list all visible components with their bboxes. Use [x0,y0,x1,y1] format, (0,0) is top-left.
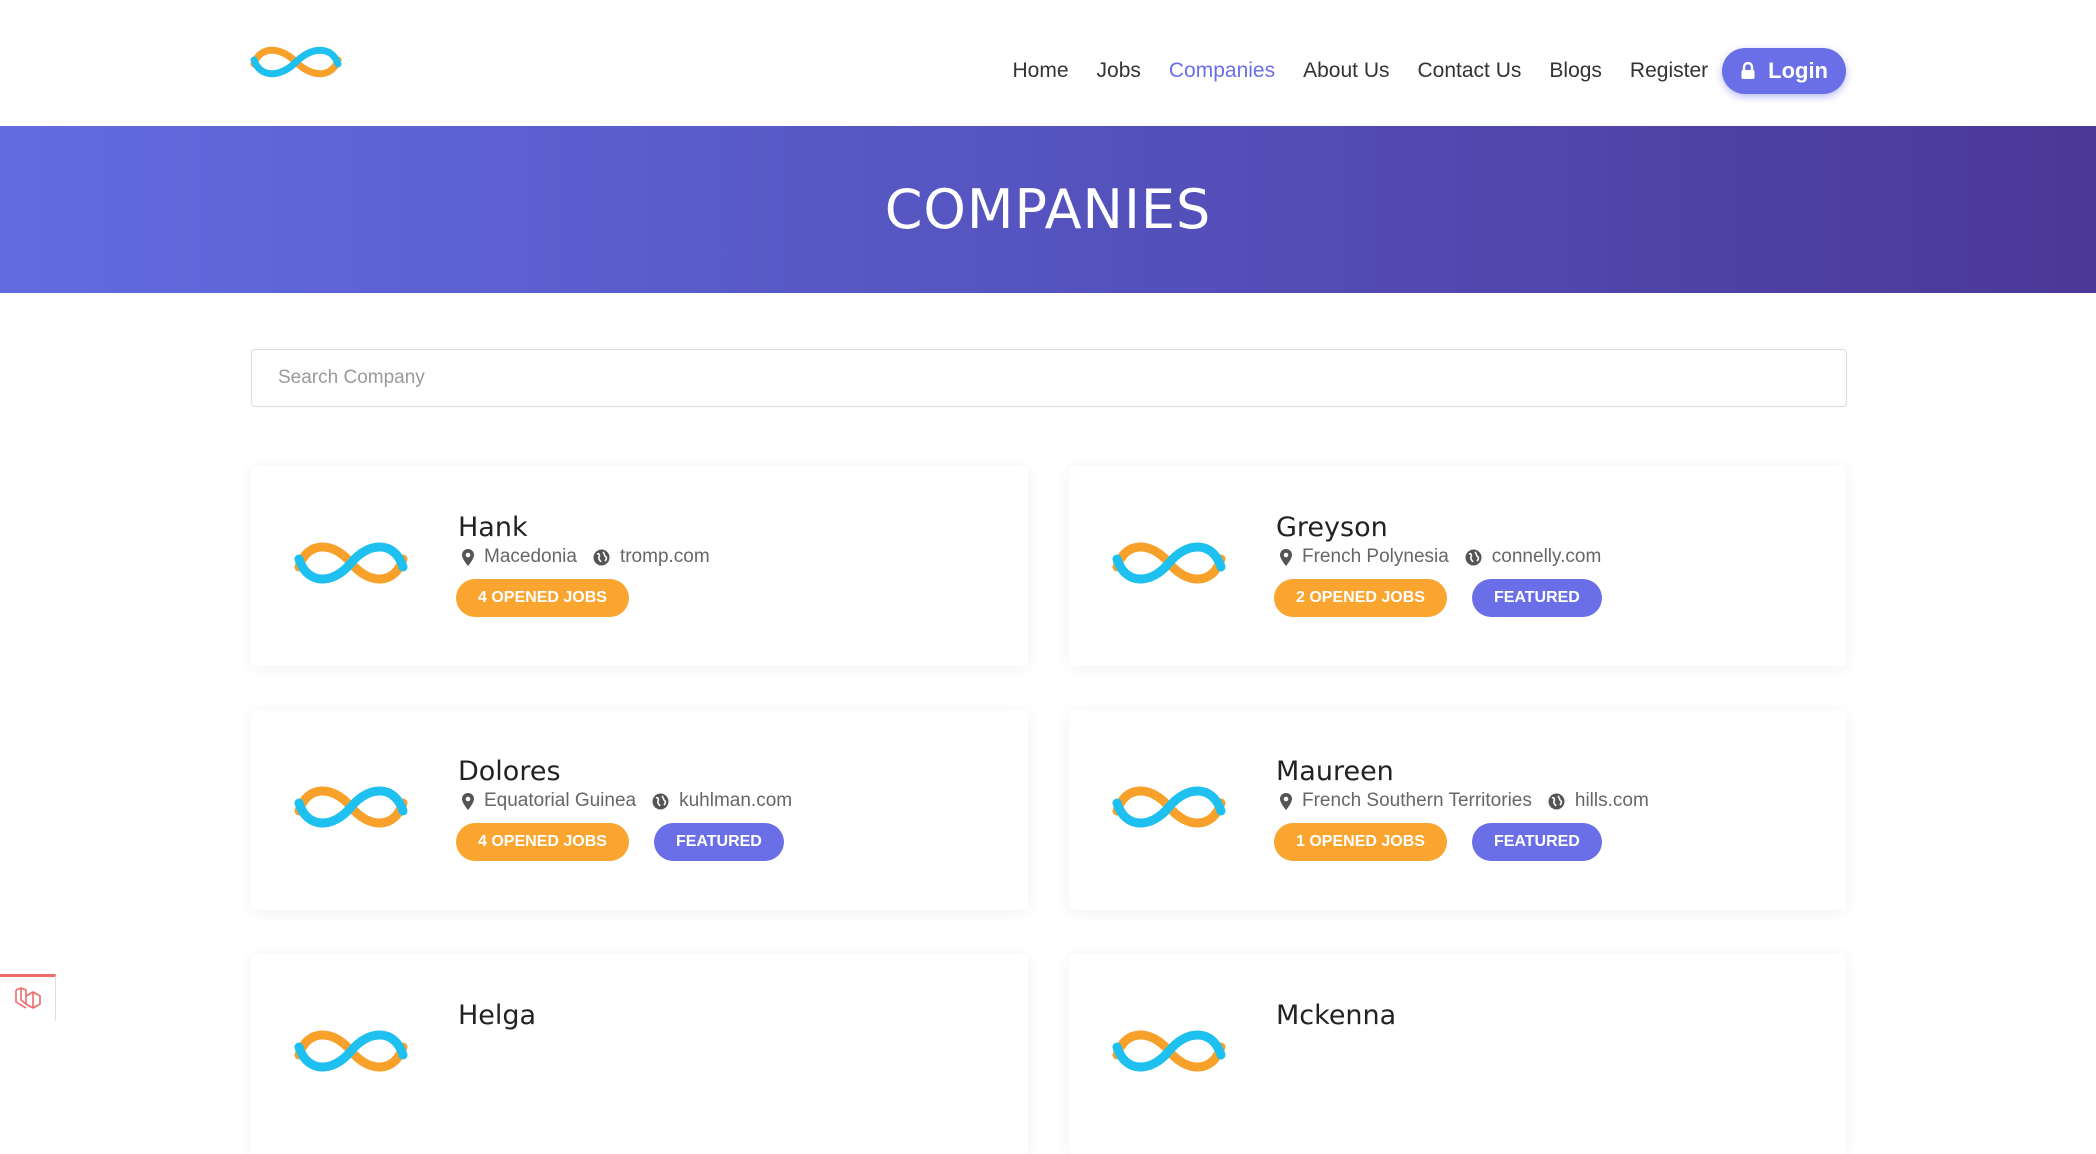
company-meta: Equatorial Guinea kuhlman.com [458,790,792,812]
company-name[interactable]: Greyson [1276,512,1388,543]
company-website[interactable]: connelly.com [1492,546,1601,568]
nav-blogs[interactable]: Blogs [1549,59,1602,83]
company-website[interactable]: tromp.com [620,546,710,568]
globe-icon [593,549,610,566]
nav-jobs[interactable]: Jobs [1097,59,1141,83]
nav-register[interactable]: Register [1630,59,1708,83]
featured-badge: FEATURED [1471,579,1602,617]
company-location: Macedonia [484,546,577,567]
company-meta: Macedonia tromp.com [458,546,710,568]
page-banner: COMPANIES [0,126,2096,293]
nav-contact-us[interactable]: Contact Us [1418,59,1522,83]
company-location: French Southern Territories [1302,790,1532,811]
company-logo [293,775,409,839]
map-marker-icon [462,548,474,566]
company-website[interactable]: kuhlman.com [679,790,792,812]
company-badges: 4 OPENED JOBS [456,579,654,617]
company-meta: French Southern Territories hills.com [1276,790,1649,812]
company-logo [1111,531,1227,595]
map-marker-icon [1280,792,1292,810]
site-logo[interactable] [250,38,342,86]
company-website[interactable]: hills.com [1575,790,1649,812]
main-nav: Home Jobs Companies About Us Contact Us … [985,48,1846,94]
page-title: COMPANIES [884,178,1212,241]
company-logo [1111,1019,1227,1083]
opened-jobs-badge[interactable]: 1 OPENED JOBS [1274,823,1447,861]
company-meta: French Polynesia connelly.com [1276,546,1601,568]
company-name[interactable]: Hank [458,512,528,543]
featured-badge: FEATURED [1471,823,1602,861]
login-button[interactable]: Login [1722,48,1846,94]
login-label: Login [1768,58,1828,83]
map-marker-icon [462,792,474,810]
company-badges: 4 OPENED JOBS FEATURED [456,823,809,861]
company-badges: 2 OPENED JOBS FEATURED [1274,579,1627,617]
company-logo [293,531,409,595]
company-logo [293,1019,409,1083]
opened-jobs-badge[interactable]: 4 OPENED JOBS [456,579,629,617]
map-marker-icon [1280,548,1292,566]
company-badges: 1 OPENED JOBS FEATURED [1274,823,1627,861]
globe-icon [1548,793,1565,810]
company-name[interactable]: Mckenna [1276,1000,1396,1031]
company-card[interactable]: Mckenna [1069,954,1846,1154]
nav-about-us[interactable]: About Us [1303,59,1389,83]
search-company-input[interactable] [251,349,1847,407]
company-card[interactable]: Greyson French Polynesia connelly.com 2 OPE… [1069,466,1846,666]
laravel-debugbar-icon[interactable] [0,974,56,1021]
company-location: Equatorial Guinea [484,790,637,811]
lock-icon [1740,62,1756,80]
site-header: Home Jobs Companies About Us Contact Us … [0,0,2096,126]
company-name[interactable]: Dolores [458,756,561,787]
company-card[interactable]: Helga [251,954,1028,1154]
company-card[interactable]: Hank Macedonia tromp.com 4 OPENED JOBS [251,466,1028,666]
globe-icon [1465,549,1482,566]
company-name[interactable]: Maureen [1276,756,1394,787]
company-card[interactable]: Dolores Equatorial Guinea kuhlman.com 4 OPE… [251,710,1028,910]
nav-home[interactable]: Home [1013,59,1069,83]
company-location: French Polynesia [1302,546,1449,567]
globe-icon [652,793,669,810]
opened-jobs-badge[interactable]: 4 OPENED JOBS [456,823,629,861]
nav-companies[interactable]: Companies [1169,59,1275,83]
company-name[interactable]: Helga [458,1000,536,1031]
featured-badge: FEATURED [653,823,784,861]
company-logo [1111,775,1227,839]
company-card[interactable]: Maureen French Southern Territories hills.… [1069,710,1846,910]
opened-jobs-badge[interactable]: 2 OPENED JOBS [1274,579,1447,617]
